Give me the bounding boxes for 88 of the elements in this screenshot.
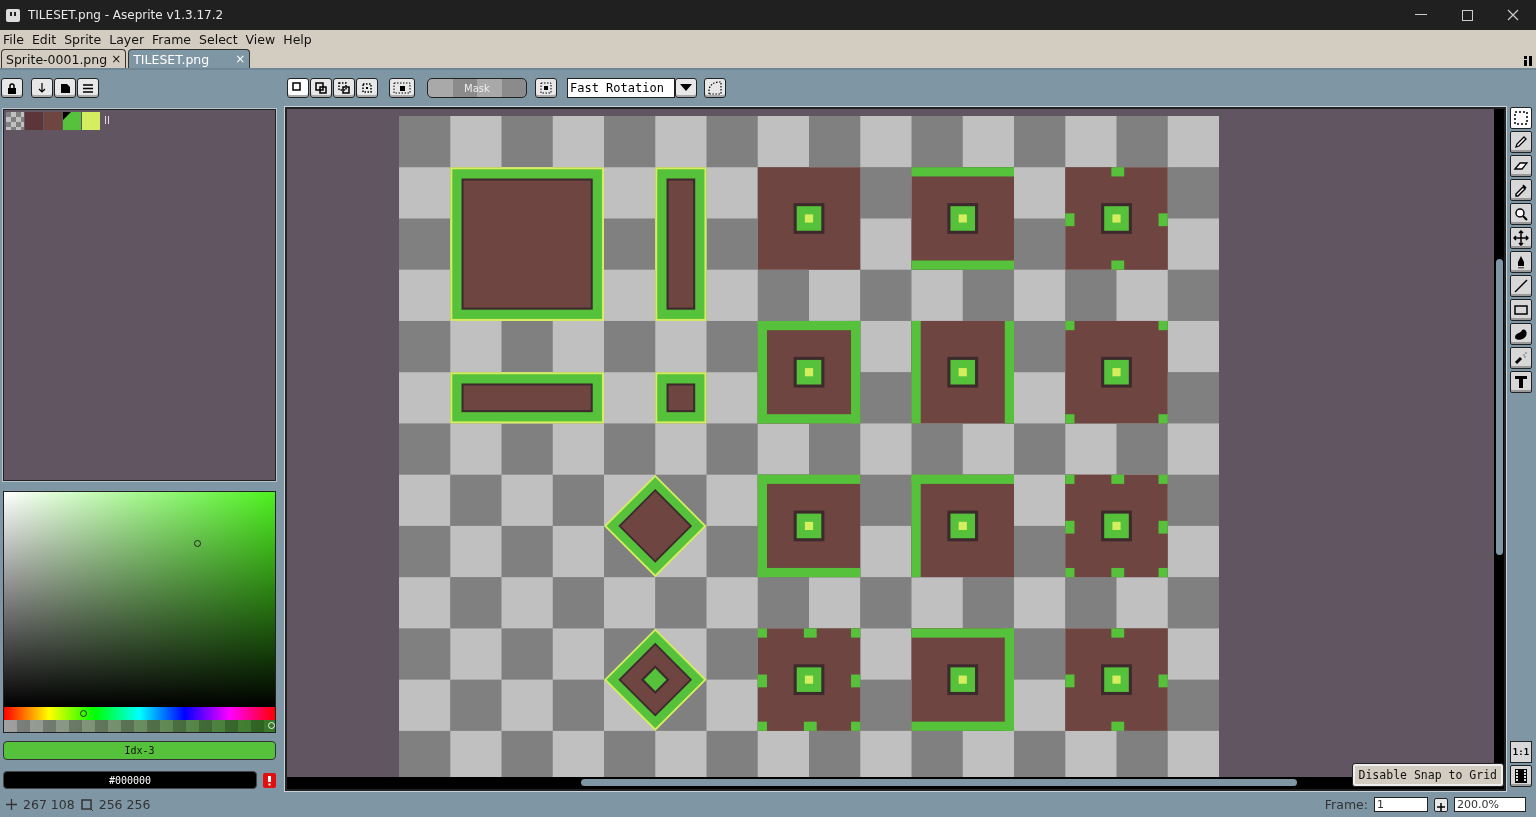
menu-item[interactable]: View bbox=[242, 31, 281, 47]
app-icon bbox=[6, 8, 20, 22]
dropdown-button[interactable] bbox=[675, 78, 697, 98]
text-tool-icon bbox=[1513, 374, 1529, 390]
transform-button[interactable] bbox=[704, 78, 726, 98]
move-tool-icon bbox=[1513, 230, 1529, 246]
page-icon bbox=[60, 83, 70, 93]
lock-button[interactable] bbox=[1, 78, 23, 98]
color-index-button[interactable]: Idx-3 bbox=[3, 741, 276, 760]
tool-button[interactable] bbox=[1510, 107, 1532, 129]
selection-mode-button[interactable] bbox=[310, 78, 332, 98]
crosshair-icon bbox=[6, 799, 17, 810]
cursor-position: 267 108 bbox=[23, 797, 75, 812]
transparent-swatch[interactable] bbox=[6, 112, 24, 130]
tool-button[interactable] bbox=[1510, 179, 1532, 201]
pixel-mode-button[interactable] bbox=[389, 78, 415, 98]
menu-icon bbox=[83, 83, 93, 93]
spray-tool-icon bbox=[1513, 350, 1529, 366]
menu-item[interactable]: Help bbox=[280, 31, 317, 47]
select-tool-icon bbox=[1513, 110, 1529, 126]
alpha-slider[interactable] bbox=[4, 720, 275, 732]
curve-icon bbox=[708, 81, 722, 95]
blob-tool-icon bbox=[1513, 326, 1529, 342]
film-icon bbox=[1515, 769, 1527, 783]
hue-slider[interactable] bbox=[4, 707, 275, 720]
menu-item[interactable]: Sprite bbox=[61, 31, 107, 47]
color-swatch[interactable] bbox=[82, 112, 100, 130]
rotation-dropdown[interactable]: Fast Rotation bbox=[567, 78, 675, 98]
tool-button[interactable] bbox=[1510, 323, 1532, 345]
down-arrow-button[interactable] bbox=[31, 78, 53, 98]
tab[interactable]: Sprite-0001.png × bbox=[1, 49, 127, 68]
maximize-icon bbox=[1461, 9, 1473, 21]
selection-mode-icon bbox=[338, 82, 350, 94]
tool-button[interactable] bbox=[1510, 227, 1532, 249]
hex-color-field[interactable]: #000000 bbox=[3, 771, 257, 789]
menu-item[interactable]: File bbox=[0, 31, 29, 47]
menu-item[interactable]: Edit bbox=[28, 31, 62, 47]
color-spectrum[interactable] bbox=[4, 492, 275, 707]
caret-icon bbox=[680, 84, 692, 92]
lock-icon bbox=[7, 82, 17, 94]
page-button[interactable] bbox=[54, 78, 76, 98]
sprite-size: 256 256 bbox=[98, 797, 151, 812]
tool-button[interactable] bbox=[1510, 299, 1532, 321]
tool-button[interactable] bbox=[1510, 131, 1532, 153]
timeline-button[interactable] bbox=[1510, 765, 1532, 787]
minimize-icon bbox=[1415, 14, 1427, 16]
down-arrow-icon bbox=[38, 83, 46, 93]
panel-menu-icon[interactable] bbox=[1524, 56, 1532, 66]
list-button[interactable] bbox=[77, 78, 99, 98]
selection-pivot-icon bbox=[393, 82, 411, 94]
line-tool-icon bbox=[1513, 278, 1529, 294]
grid-button[interactable] bbox=[535, 78, 557, 98]
tooltip: Disable Snap to Grid bbox=[1351, 763, 1504, 787]
selection-mode-button[interactable] bbox=[287, 78, 309, 98]
warning-icon[interactable] bbox=[263, 772, 276, 788]
tool-button[interactable] bbox=[1510, 251, 1532, 273]
selection-mode-button[interactable] bbox=[333, 78, 355, 98]
tool-button[interactable] bbox=[1510, 203, 1532, 225]
selection-mode-icon bbox=[292, 82, 304, 94]
color-swatch[interactable] bbox=[25, 112, 43, 130]
tool-button[interactable] bbox=[1510, 371, 1532, 393]
add-frame-button[interactable] bbox=[1434, 797, 1448, 812]
color-swatch[interactable] bbox=[44, 112, 62, 130]
dotted-grid-icon bbox=[540, 82, 552, 94]
plus-icon bbox=[1437, 802, 1445, 811]
selection-mode-icon bbox=[361, 82, 373, 94]
zoom-tool-icon bbox=[1513, 206, 1529, 222]
frame-label: Frame: bbox=[1324, 797, 1368, 812]
grip-icon[interactable] bbox=[105, 116, 109, 126]
selection-mode-button[interactable] bbox=[356, 78, 378, 98]
eyedropper-tool-icon bbox=[1513, 182, 1529, 198]
tool-button[interactable] bbox=[1510, 347, 1532, 369]
menu-item[interactable]: Select bbox=[196, 31, 243, 47]
rectangle-tool-icon bbox=[1513, 302, 1529, 318]
selection-size-icon bbox=[80, 798, 93, 811]
tool-button[interactable] bbox=[1510, 275, 1532, 297]
menu-item[interactable]: Frame bbox=[149, 31, 197, 47]
zoom-field[interactable]: 200.0% bbox=[1454, 797, 1526, 812]
color-swatch[interactable] bbox=[63, 112, 81, 130]
actual-size-button[interactable]: 1:1 bbox=[1510, 741, 1532, 763]
menu-item[interactable]: Layer bbox=[106, 31, 150, 47]
selection-mode-icon bbox=[315, 82, 327, 94]
tab-close-button[interactable]: × bbox=[111, 52, 122, 66]
frame-field[interactable]: 1 bbox=[1374, 797, 1428, 812]
tool-button[interactable] bbox=[1510, 155, 1532, 177]
pencil-tool-icon bbox=[1513, 134, 1529, 150]
close-icon bbox=[1507, 9, 1519, 21]
window-title: TILESET.png - Aseprite v1.3.17.2 bbox=[28, 8, 225, 22]
